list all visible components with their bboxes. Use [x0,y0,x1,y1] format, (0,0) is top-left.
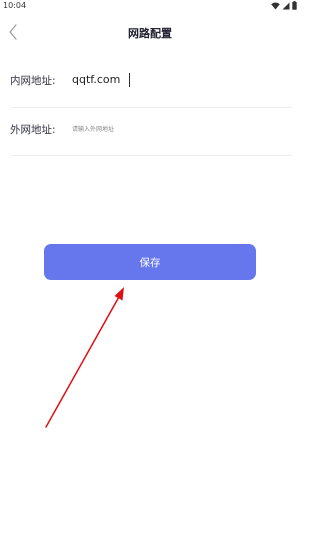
annotation-arrow-line [45,294,121,428]
status-time: 10:04 [3,1,27,10]
save-button[interactable]: 保存 [44,244,256,280]
signal-icon [282,2,290,9]
internal-address-input[interactable] [72,72,282,88]
nav-bar: 网路配置 [0,17,300,53]
battery-icon [292,1,297,10]
annotation-arrow-head [114,287,124,301]
page-title: 网路配置 [128,27,172,40]
wifi-icon [271,2,280,9]
external-address-input[interactable] [72,124,282,136]
status-icons [271,1,297,10]
external-address-row: 外网地址: [10,108,292,156]
internal-address-label: 内网地址: [10,75,56,87]
network-config-screen: 10:04 网路配置 内网地址: 外网地址: 保存 [0,0,300,533]
internal-address-row: 内网地址: [10,61,292,108]
text-cursor [129,73,130,87]
external-address-label: 外网地址: [10,124,56,136]
status-bar: 10:04 [0,0,300,12]
